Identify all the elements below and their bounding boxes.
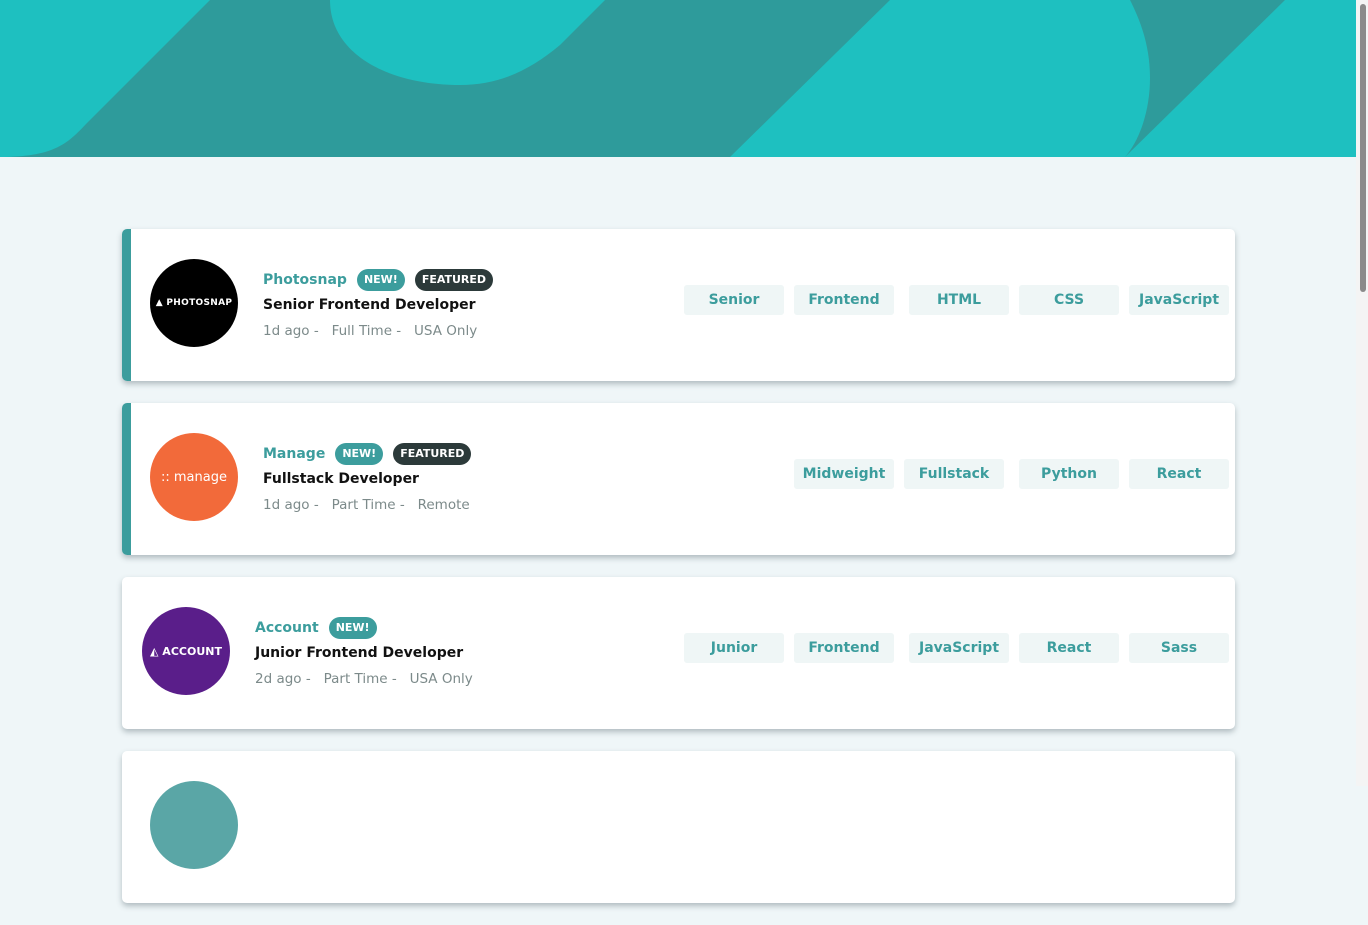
filter-tag[interactable]: Senior [684, 285, 784, 315]
page-scrollbar[interactable] [1356, 0, 1368, 786]
new-badge: NEW! [328, 617, 377, 639]
filter-tag[interactable]: CSS [1019, 285, 1119, 315]
job-card[interactable]: ◭ ACCOUNT Account NEW! Junior Frontend D… [122, 577, 1235, 729]
job-card[interactable] [122, 751, 1235, 903]
logo-text: ▲ PHOTOSNAP [155, 298, 233, 308]
job-title[interactable]: Senior Frontend Developer [263, 297, 503, 315]
filter-tag[interactable]: JavaScript [1129, 285, 1229, 315]
job-info: Photosnap NEW! FEATURED Senior Frontend … [263, 268, 503, 340]
featured-badge: FEATURED [393, 443, 472, 465]
logo-text: ◭ ACCOUNT [150, 644, 222, 658]
company-name: Photosnap [263, 272, 347, 288]
job-meta: 1d ago - Full Time - USA Only [263, 323, 478, 339]
company-logo: :: manage [150, 433, 238, 521]
company-name: Account [255, 620, 319, 636]
filter-tag[interactable]: Sass [1129, 633, 1229, 663]
featured-badge: FEATURED [414, 269, 494, 291]
company-logo [150, 781, 238, 869]
company-logo: ▲ PHOTOSNAP [150, 259, 238, 347]
filter-tag[interactable]: JavaScript [909, 633, 1009, 663]
company-logo: ◭ ACCOUNT [142, 607, 230, 695]
job-meta: 2d ago - Part Time - USA Only [255, 671, 473, 687]
filter-tag[interactable]: Frontend [794, 285, 894, 315]
job-card[interactable]: ▲ PHOTOSNAP Photosnap NEW! FEATURED Seni… [122, 229, 1235, 381]
filter-tag[interactable]: Frontend [794, 633, 894, 663]
filter-tag[interactable]: Junior [684, 633, 784, 663]
filter-tag[interactable]: Fullstack [904, 459, 1004, 489]
header-pattern [0, 0, 1285, 157]
header-banner [0, 0, 1356, 157]
new-badge: NEW! [335, 443, 384, 465]
job-card[interactable]: :: manage Manage NEW! FEATURED Fullstack… [122, 403, 1235, 555]
job-listings: ▲ PHOTOSNAP Photosnap NEW! FEATURED Seni… [122, 229, 1235, 925]
filter-tag[interactable]: React [1129, 459, 1229, 489]
job-meta: 1d ago - Part Time - Remote [263, 497, 470, 513]
job-info: Account NEW! Junior Frontend Developer 2… [255, 616, 473, 688]
company-name: Manage [263, 446, 326, 462]
filter-tag[interactable]: HTML [909, 285, 1009, 315]
filter-tag[interactable]: Midweight [794, 459, 894, 489]
new-badge: NEW! [356, 269, 405, 291]
job-title[interactable]: Fullstack Developer [263, 471, 481, 489]
job-info: Manage NEW! FEATURED Fullstack Developer… [263, 442, 481, 514]
filter-tag[interactable]: Python [1019, 459, 1119, 489]
scrollbar-thumb[interactable] [1360, 4, 1366, 292]
filter-tag[interactable]: React [1019, 633, 1119, 663]
job-title[interactable]: Junior Frontend Developer [255, 645, 473, 663]
logo-text: :: manage [161, 469, 227, 485]
